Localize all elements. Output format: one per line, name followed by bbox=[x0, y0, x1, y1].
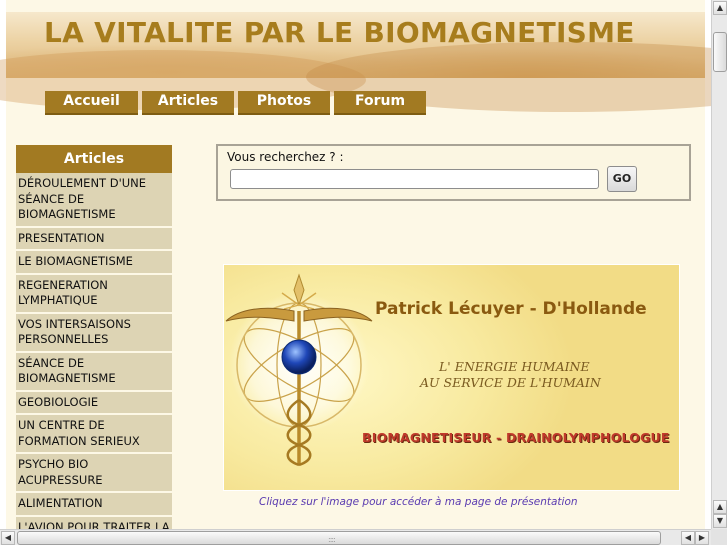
nav-accueil[interactable]: Accueil bbox=[45, 91, 138, 115]
nav-forum[interactable]: Forum bbox=[334, 91, 426, 115]
sidebar-item-geobiologie[interactable]: GEOBIOLOGIE bbox=[16, 391, 172, 415]
sidebar-item-deroulement[interactable]: DÉROULEMENT D'UNE SÉANCE DE BIOMAGNETISM… bbox=[16, 173, 172, 228]
sidebar-articles: Articles DÉROULEMENT D'UNE SÉANCE DE BIO… bbox=[16, 145, 172, 529]
nav-photos[interactable]: Photos bbox=[238, 91, 330, 115]
caduceus-emblem-icon bbox=[225, 273, 373, 467]
search-label: Vous recherchez ? : bbox=[227, 150, 344, 164]
page: LA VITALITE PAR LE BIOMAGNETISME Accueil… bbox=[0, 0, 711, 529]
sidebar-item-avion[interactable]: L'AVION POUR TRAITER LA COQUELUCHE bbox=[16, 516, 172, 529]
scroll-up-arrow-icon-2[interactable]: ▲ bbox=[713, 500, 727, 514]
sidebar-heading: Articles bbox=[16, 145, 172, 173]
presentation-banner-image[interactable]: Patrick Lécuyer - D'Hollande L' ENERGIE … bbox=[223, 264, 680, 491]
browser-viewport: LA VITALITE PAR LE BIOMAGNETISME Accueil… bbox=[0, 0, 711, 529]
sidebar-item-psycho-bio[interactable]: PSYCHO BIO ACUPRESSURE bbox=[16, 454, 172, 493]
scroll-down-arrow-icon[interactable]: ▼ bbox=[713, 514, 727, 528]
search-go-button[interactable]: GO bbox=[607, 166, 637, 192]
grip-icon: :::: bbox=[328, 535, 336, 544]
header-banner: LA VITALITE PAR LE BIOMAGNETISME bbox=[0, 12, 711, 112]
search-input[interactable] bbox=[230, 169, 599, 189]
promo-tagline-1: L' ENERGIE HUMAINE bbox=[439, 359, 590, 374]
scroll-left-arrow-icon-2[interactable]: ◀ bbox=[681, 531, 695, 545]
site-title: LA VITALITE PAR LE BIOMAGNETISME bbox=[44, 16, 635, 49]
nav-articles[interactable]: Articles bbox=[142, 91, 234, 115]
promo-tagline-2: AU SERVICE DE L'HUMAIN bbox=[420, 375, 601, 390]
sidebar-item-intersaisons[interactable]: VOS INTERSAISONS PERSONNELLES bbox=[16, 313, 172, 353]
vertical-scrollbar[interactable]: ▲ ▲ ▼ bbox=[711, 0, 727, 529]
sidebar-item-regeneration[interactable]: REGENERATION LYMPHATIQUE bbox=[16, 274, 172, 314]
vertical-scroll-thumb[interactable] bbox=[713, 32, 727, 72]
scroll-right-arrow-icon[interactable]: ▶ bbox=[695, 531, 709, 545]
scrollbar-corner bbox=[711, 529, 727, 545]
promo-practitioner-name: Patrick Lécuyer - D'Hollande bbox=[375, 299, 647, 319]
sidebar-item-centre-formation[interactable]: UN CENTRE DE FORMATION SERIEUX bbox=[16, 415, 172, 454]
sidebar-item-seance[interactable]: SÉANCE DE BIOMAGNETISME bbox=[16, 352, 172, 392]
sidebar-item-biomagnetisme[interactable]: LE BIOMAGNETISME bbox=[16, 251, 172, 275]
search-panel: Vous recherchez ? : GO bbox=[216, 144, 691, 201]
scroll-up-arrow-icon[interactable]: ▲ bbox=[713, 1, 727, 15]
scroll-left-arrow-icon[interactable]: ◀ bbox=[1, 531, 15, 545]
horizontal-scrollbar[interactable]: ◀ :::: ◀ ▶ bbox=[0, 529, 711, 545]
presentation-link-caption[interactable]: Cliquez sur l'image pour accéder à ma pa… bbox=[259, 496, 578, 508]
horizontal-scroll-thumb[interactable]: :::: bbox=[17, 531, 661, 545]
promo-role: BIOMAGNETISEUR - DRAINOLYMPHOLOGUE bbox=[362, 430, 670, 445]
sidebar-item-alimentation[interactable]: ALIMENTATION bbox=[16, 493, 172, 517]
sidebar-item-presentation[interactable]: PRESENTATION bbox=[16, 227, 172, 251]
